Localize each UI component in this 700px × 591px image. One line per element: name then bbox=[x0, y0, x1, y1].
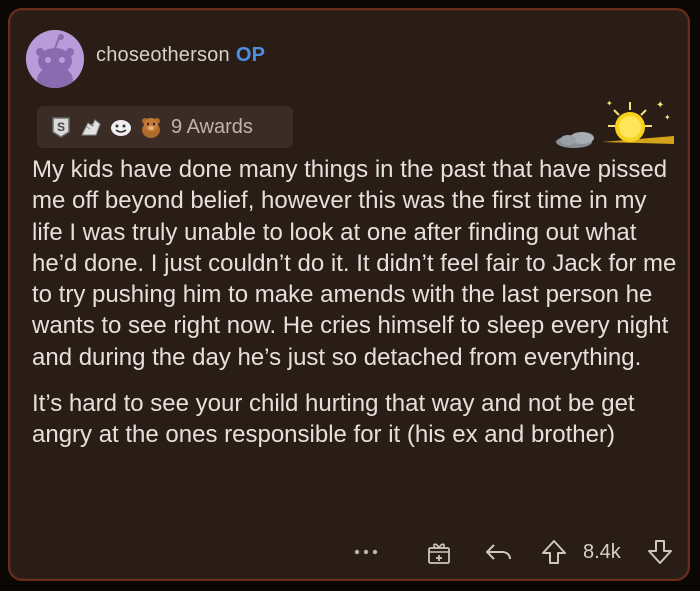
snoo-avatar-icon bbox=[26, 30, 84, 88]
comment-paragraph-2: It’s hard to see your child hurting that… bbox=[32, 390, 635, 449]
upvote-button[interactable] bbox=[540, 534, 568, 570]
svg-text:✦: ✦ bbox=[664, 113, 671, 122]
reply-button[interactable] bbox=[484, 534, 514, 570]
vote-count: 8.4k bbox=[583, 540, 621, 563]
gift-icon bbox=[428, 543, 450, 564]
avatar[interactable] bbox=[26, 30, 84, 88]
smile-award-icon bbox=[109, 115, 133, 139]
downvote-arrow-icon bbox=[648, 540, 672, 564]
more-options-button[interactable]: ••• bbox=[353, 534, 379, 570]
svg-text:S: S bbox=[57, 120, 65, 134]
comment-paragraph-1: My kids have done many things in the pas… bbox=[32, 156, 677, 371]
comment-body: My kids have done many things in the pas… bbox=[32, 154, 682, 466]
silver-award-icon: S bbox=[49, 115, 73, 139]
username[interactable]: choseotherson bbox=[96, 44, 230, 66]
comment-card: choseotherson OP S 9 Awards ✦ ✦ ✦ My kid… bbox=[8, 8, 690, 581]
svg-text:✦: ✦ bbox=[656, 100, 664, 111]
awards-bar[interactable]: S 9 Awards bbox=[37, 106, 293, 148]
hands-award-icon bbox=[79, 115, 103, 139]
downvote-button[interactable] bbox=[646, 534, 674, 570]
upvote-arrow-icon bbox=[542, 540, 566, 564]
awards-count[interactable]: 9 Awards bbox=[171, 116, 253, 139]
more-icon bbox=[354, 549, 378, 555]
comment-author[interactable]: choseotherson OP bbox=[96, 44, 265, 67]
comment-actions: ••• 8.4k bbox=[10, 534, 688, 570]
op-badge: OP bbox=[235, 44, 266, 66]
svg-text:✦: ✦ bbox=[606, 99, 613, 108]
bear-award-icon bbox=[139, 115, 163, 139]
give-award-button[interactable] bbox=[426, 534, 452, 570]
sun-cloud-flair-icon: ✦ ✦ ✦ bbox=[546, 96, 676, 152]
reply-arrow-icon bbox=[486, 544, 511, 560]
